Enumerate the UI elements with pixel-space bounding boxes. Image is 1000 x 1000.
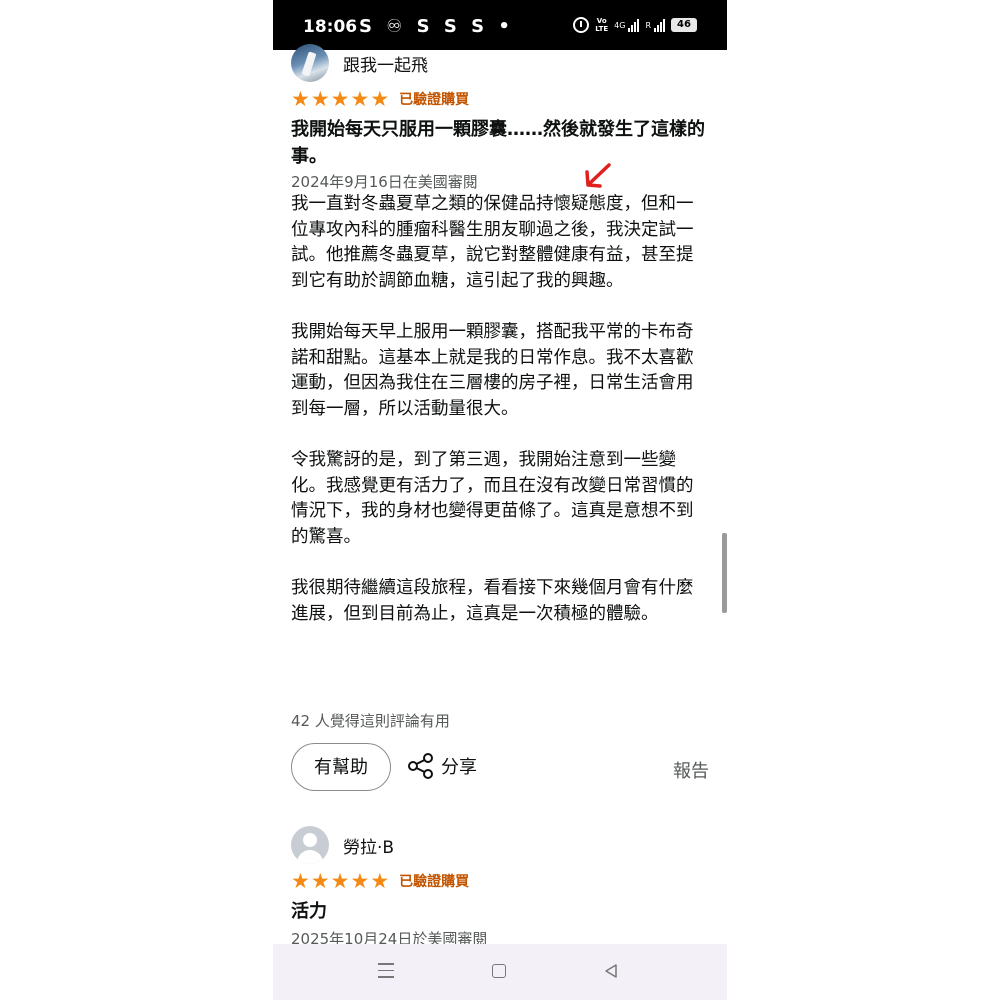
signal-icon-2: [654, 18, 665, 32]
navigation-bar: [273, 944, 727, 1000]
star-icon: ★: [370, 869, 390, 893]
review-title: 活力: [291, 901, 327, 922]
star-icon: ★: [370, 87, 390, 111]
roaming-label: R: [645, 20, 651, 30]
scrollbar[interactable]: [722, 533, 727, 613]
star-icon: ★: [291, 869, 310, 893]
rating-row: ★ ★ ★ ★ ★ 已驗證購買: [291, 869, 470, 893]
volte-icon: Vo LTE: [595, 17, 609, 33]
review-date: 2024年9月16日在美國審閱: [291, 173, 478, 191]
star-icon: ★: [330, 869, 350, 893]
helpful-count: 42 人覺得這則評論有用: [291, 712, 450, 730]
star-icon: ★: [310, 87, 330, 111]
alarm-icon: [573, 17, 590, 33]
star-icon: ★: [310, 869, 330, 893]
annotation-arrow-icon: [585, 163, 611, 188]
star-icon: ★: [291, 87, 310, 111]
status-indicators: Vo LTE 4G R 46: [573, 14, 697, 36]
review-paragraph: 我一直對冬蟲夏草之類的保健品持懷疑態度，但和一位專攻內科的腫瘤科醫生朋友聊過之後…: [291, 194, 694, 291]
review-paragraph: 我很期待繼續這段旅程，看看接下來幾個月會有什麼進展，但到目前為止，這真是一次積極…: [291, 577, 694, 624]
star-rating: ★ ★ ★ ★ ★: [291, 869, 390, 893]
network-type-label: 4G: [614, 20, 626, 30]
share-label: 分享: [441, 757, 477, 778]
notification-icons: S ♾ S S S •: [359, 16, 514, 37]
avatar: [291, 44, 329, 82]
report-link[interactable]: 報告: [673, 757, 709, 783]
verified-purchase-badge: 已驗證購買: [399, 92, 470, 108]
back-icon[interactable]: [603, 963, 619, 979]
reviewer-name: 勞拉·B: [343, 837, 395, 858]
star-rating: ★ ★ ★ ★ ★: [291, 87, 390, 111]
star-icon: ★: [330, 87, 350, 111]
default-avatar-icon: [291, 826, 329, 864]
share-icon: [408, 753, 433, 779]
battery-icon: 46: [671, 18, 697, 32]
signal-icon: [628, 18, 640, 32]
star-icon: ★: [350, 869, 370, 893]
reviewer-name: 跟我一起飛: [343, 55, 428, 76]
status-time: 18:06: [303, 17, 358, 37]
review-paragraph: 令我驚訝的是，到了第三週，我開始注意到一些變化。我感覺更有活力了，而且在沒有改變…: [291, 449, 694, 547]
star-icon: ★: [350, 87, 370, 111]
rating-row: ★ ★ ★ ★ ★ 已驗證購買: [291, 87, 470, 111]
home-icon[interactable]: [492, 964, 506, 978]
phone-screen: 18:06 S ♾ S S S • Vo LTE 4G R 46 跟我一起飛 ★ …: [273, 0, 727, 1000]
status-bar: 18:06 S ♾ S S S • Vo LTE 4G R 46: [273, 0, 727, 50]
reviewer-profile[interactable]: 跟我一起飛: [291, 44, 428, 82]
helpful-button[interactable]: 有幫助: [291, 743, 391, 791]
recent-apps-icon[interactable]: [378, 963, 394, 983]
reviewer-profile[interactable]: 勞拉·B: [291, 826, 394, 864]
review-body: 我一直對冬蟲夏草之類的保健品持懷疑態度，但和一位專攻內科的腫瘤科醫生朋友聊過之後…: [291, 192, 701, 653]
share-button[interactable]: 分享: [407, 752, 477, 780]
review-title: 我開始每天只服用一顆膠囊……然後就發生了這樣的事。: [291, 119, 705, 167]
verified-purchase-badge: 已驗證購買: [399, 874, 470, 890]
review-paragraph: 我開始每天早上服用一顆膠囊，搭配我平常的卡布奇諾和甜點。這基本上就是我的日常作息…: [291, 321, 694, 419]
